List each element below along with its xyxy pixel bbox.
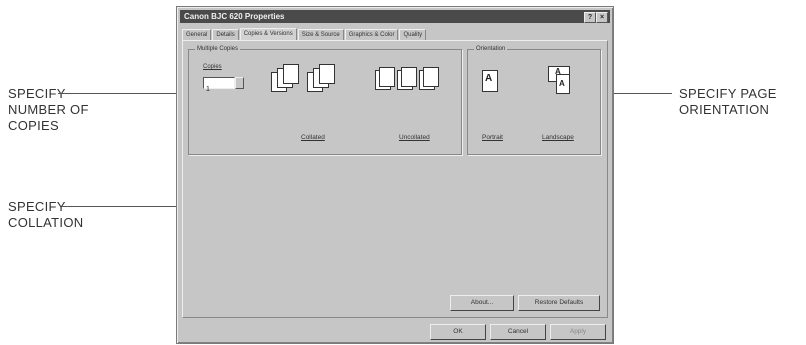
portrait-icon[interactable]: A bbox=[482, 70, 500, 94]
copies-label: Copies bbox=[203, 64, 222, 70]
multiple-copies-group: Multiple Copies Copies 1 Collated Uncoll… bbox=[188, 45, 462, 155]
apply-button[interactable]: Apply bbox=[550, 324, 606, 340]
title-bar: Canon BJC 620 Properties ? × bbox=[180, 10, 610, 23]
copies-input[interactable]: 1 bbox=[203, 77, 235, 93]
callout-line-2: COLLATION bbox=[8, 215, 84, 230]
callout-line-3: COPIES bbox=[8, 118, 59, 133]
callout-collation: SPECIFY COLLATION bbox=[8, 199, 83, 231]
orientation-group: Orientation A Portrait A A Landscape bbox=[467, 45, 601, 155]
callout-line-2: NUMBER OF bbox=[8, 102, 89, 117]
restore-defaults-button[interactable]: Restore Defaults bbox=[518, 295, 600, 311]
cancel-button[interactable]: Cancel bbox=[490, 324, 546, 340]
ok-button[interactable]: OK bbox=[430, 324, 486, 340]
copies-value: 1 bbox=[206, 86, 210, 93]
about-button[interactable]: About... bbox=[450, 295, 514, 311]
copies-spinner[interactable] bbox=[235, 77, 244, 89]
collated-option[interactable]: Collated bbox=[301, 134, 325, 141]
properties-dialog: Canon BJC 620 Properties ? × General Det… bbox=[176, 6, 614, 344]
landscape-option[interactable]: Landscape bbox=[542, 134, 574, 141]
tab-quality[interactable]: Quality bbox=[399, 29, 427, 40]
window-title: Canon BJC 620 Properties bbox=[184, 12, 285, 21]
collated-icon[interactable] bbox=[267, 62, 357, 102]
tab-size-source[interactable]: Size & Source bbox=[297, 29, 344, 40]
multiple-copies-label: Multiple Copies bbox=[195, 45, 241, 53]
uncollated-icon[interactable] bbox=[375, 64, 455, 104]
tab-panel: Multiple Copies Copies 1 Collated Uncoll… bbox=[182, 40, 608, 318]
uncollated-option[interactable]: Uncollated bbox=[399, 134, 430, 141]
tab-graphics-color[interactable]: Graphics & Color bbox=[344, 29, 399, 40]
tab-general[interactable]: General bbox=[182, 29, 212, 40]
callout-line-2: ORIENTATION bbox=[679, 102, 770, 117]
portrait-option[interactable]: Portrait bbox=[482, 134, 503, 141]
callout-line-1: SPECIFY PAGE bbox=[679, 86, 777, 101]
callout-line-1: SPECIFY bbox=[8, 86, 66, 101]
landscape-icon[interactable]: A A bbox=[548, 66, 578, 94]
tab-strip: General Details Copies & Versions Size &… bbox=[182, 28, 427, 41]
close-button[interactable]: × bbox=[596, 12, 608, 23]
callout-line-1: SPECIFY bbox=[8, 199, 66, 214]
help-button[interactable]: ? bbox=[584, 12, 596, 23]
tab-details[interactable]: Details bbox=[212, 29, 239, 40]
orientation-label: Orientation bbox=[474, 45, 508, 53]
callout-page-orientation: SPECIFY PAGE ORIENTATION bbox=[679, 86, 777, 118]
